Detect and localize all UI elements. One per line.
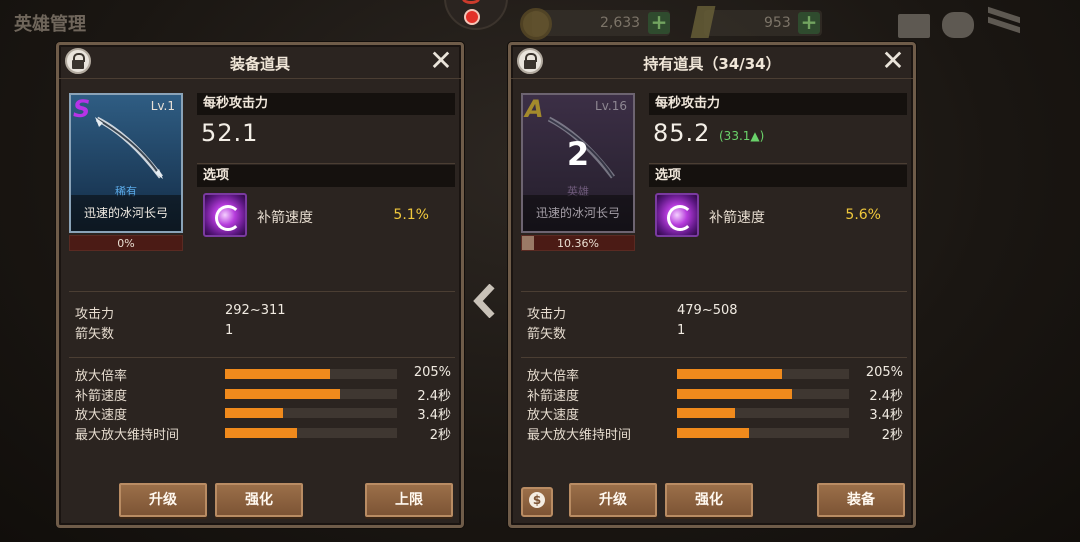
bar-fill [225,369,330,379]
bar-fill [225,389,341,399]
item-card[interactable]: S Lv.1 稀有 迅速的冰河长弓 [69,93,183,233]
bar-fill [677,389,793,399]
option-label: 选项 [649,165,907,187]
close-icon[interactable]: ✕ [427,47,455,75]
item-name: 迅速的冰河长弓 [523,195,633,231]
panel-header: 装备道具 ✕ [59,45,461,79]
reload-speed-label: 补箭速度 [527,389,580,404]
chat-icon[interactable] [942,12,974,38]
mail-icon[interactable] [898,14,930,38]
reload-speed-bar [677,389,849,399]
zoom-ratio-bar [677,369,849,379]
attack-label: 攻击力 [527,307,567,322]
panel-title: 持有道具（34/34） [643,55,781,73]
divider [649,163,907,164]
arrow-count-label: 箭矢数 [75,327,115,342]
zoom-speed-bar [225,408,397,418]
max-zoom-duration-value: 2秒 [429,428,451,443]
bar-fill [225,408,284,418]
zoom-ratio-value: 205% [865,365,903,380]
sell-button[interactable] [521,487,553,517]
notification-dot-icon [464,9,480,25]
bar-fill [677,369,782,379]
dps-label: 每秒攻击力 [649,93,907,115]
option-name: 补箭速度 [709,210,765,226]
xp-bar: 10.36% [521,235,635,251]
equip-button[interactable]: 装备 [817,483,905,517]
max-zoom-duration-label: 最大放大维持时间 [527,428,632,443]
reload-speed-value: 2.4秒 [417,389,451,404]
enhance-button[interactable]: 强化 [215,483,303,517]
coin-icon [520,8,552,40]
grade-badge: S [73,95,91,123]
owned-item-panel: 持有道具（34/34） ✕ A Lv.16 2 英雄 迅速的冰河长弓 10.36… [508,42,916,528]
xp-percent: 10.36% [557,237,599,250]
gold-amount: 2,633 [600,15,641,31]
bar-fill [225,428,298,438]
dps-delta: (33.1▲) [719,129,765,143]
max-zoom-duration-value: 2秒 [881,428,903,443]
menu-chevron-icon[interactable] [988,6,1020,40]
item-name: 迅速的冰河长弓 [71,195,181,231]
divider [197,163,455,164]
option-label: 选项 [197,165,455,187]
attack-label: 攻击力 [75,307,115,322]
bar-fill [677,408,736,418]
upgrade-button[interactable]: 升级 [569,483,657,517]
zoom-ratio-value: 205% [413,365,451,380]
gem-amount: 953 [764,15,791,31]
attack-value: 292~311 [225,303,286,318]
item-card[interactable]: A Lv.16 2 英雄 迅速的冰河长弓 [521,93,635,233]
option-value: 5.6% [845,207,881,223]
screen-title: 英雄管理 [14,14,86,35]
zoom-speed-value: 3.4秒 [417,408,451,423]
zoom-speed-label: 放大速度 [527,408,580,423]
divider [521,291,907,292]
item-level: Lv.1 [150,99,175,113]
equipped-item-panel: 装备道具 ✕ S Lv.1 稀有 迅速的冰河长弓 0% 每秒攻击力 52.1 选… [56,42,464,528]
purple-clock-icon [203,193,247,237]
zoom-ratio-label: 放大倍率 [527,369,580,384]
add-gem-button[interactable]: + [798,12,820,34]
bar-fill [677,428,750,438]
purple-clock-icon [655,193,699,237]
zoom-speed-label: 放大速度 [75,408,128,423]
zoom-ratio-label: 放大倍率 [75,369,128,384]
chevron-left-icon[interactable] [472,284,498,318]
arrow-count-value: 1 [677,323,686,338]
option-name: 补箭速度 [257,210,313,226]
upgrade-button[interactable]: 升级 [119,483,207,517]
limit-button[interactable]: 上限 [365,483,453,517]
item-level: Lv.16 [595,99,627,113]
zoom-speed-bar [677,408,849,418]
reload-speed-label: 补箭速度 [75,389,128,404]
reload-speed-bar [225,389,397,399]
max-zoom-duration-bar [225,428,397,438]
divider [69,291,455,292]
reload-speed-value: 2.4秒 [869,389,903,404]
max-zoom-duration-label: 最大放大维持时间 [75,428,180,443]
enhance-button[interactable]: 强化 [665,483,753,517]
arrow-count-label: 箭矢数 [527,327,567,342]
zoom-speed-value: 3.4秒 [869,408,903,423]
attack-value: 479~508 [677,303,738,318]
item-count: 2 [566,135,590,173]
divider [69,357,455,358]
bow-icon [95,116,163,179]
dps-value: 52.1 [201,119,259,147]
top-bar: 英雄管理 2,633 + 953 + [0,0,1080,44]
max-zoom-duration-bar [677,428,849,438]
panel-header: 持有道具（34/34） ✕ [511,45,913,79]
option-value: 5.1% [393,207,429,223]
panel-title: 装备道具 [229,55,290,73]
dps-value: 85.2 [653,119,711,147]
close-icon[interactable]: ✕ [879,47,907,75]
xp-percent: 0% [117,237,135,250]
zoom-ratio-bar [225,369,397,379]
arrow-count-value: 1 [225,323,234,338]
add-gold-button[interactable]: + [648,12,670,34]
dps-label: 每秒攻击力 [197,93,455,115]
divider [521,357,907,358]
xp-bar: 0% [69,235,183,251]
